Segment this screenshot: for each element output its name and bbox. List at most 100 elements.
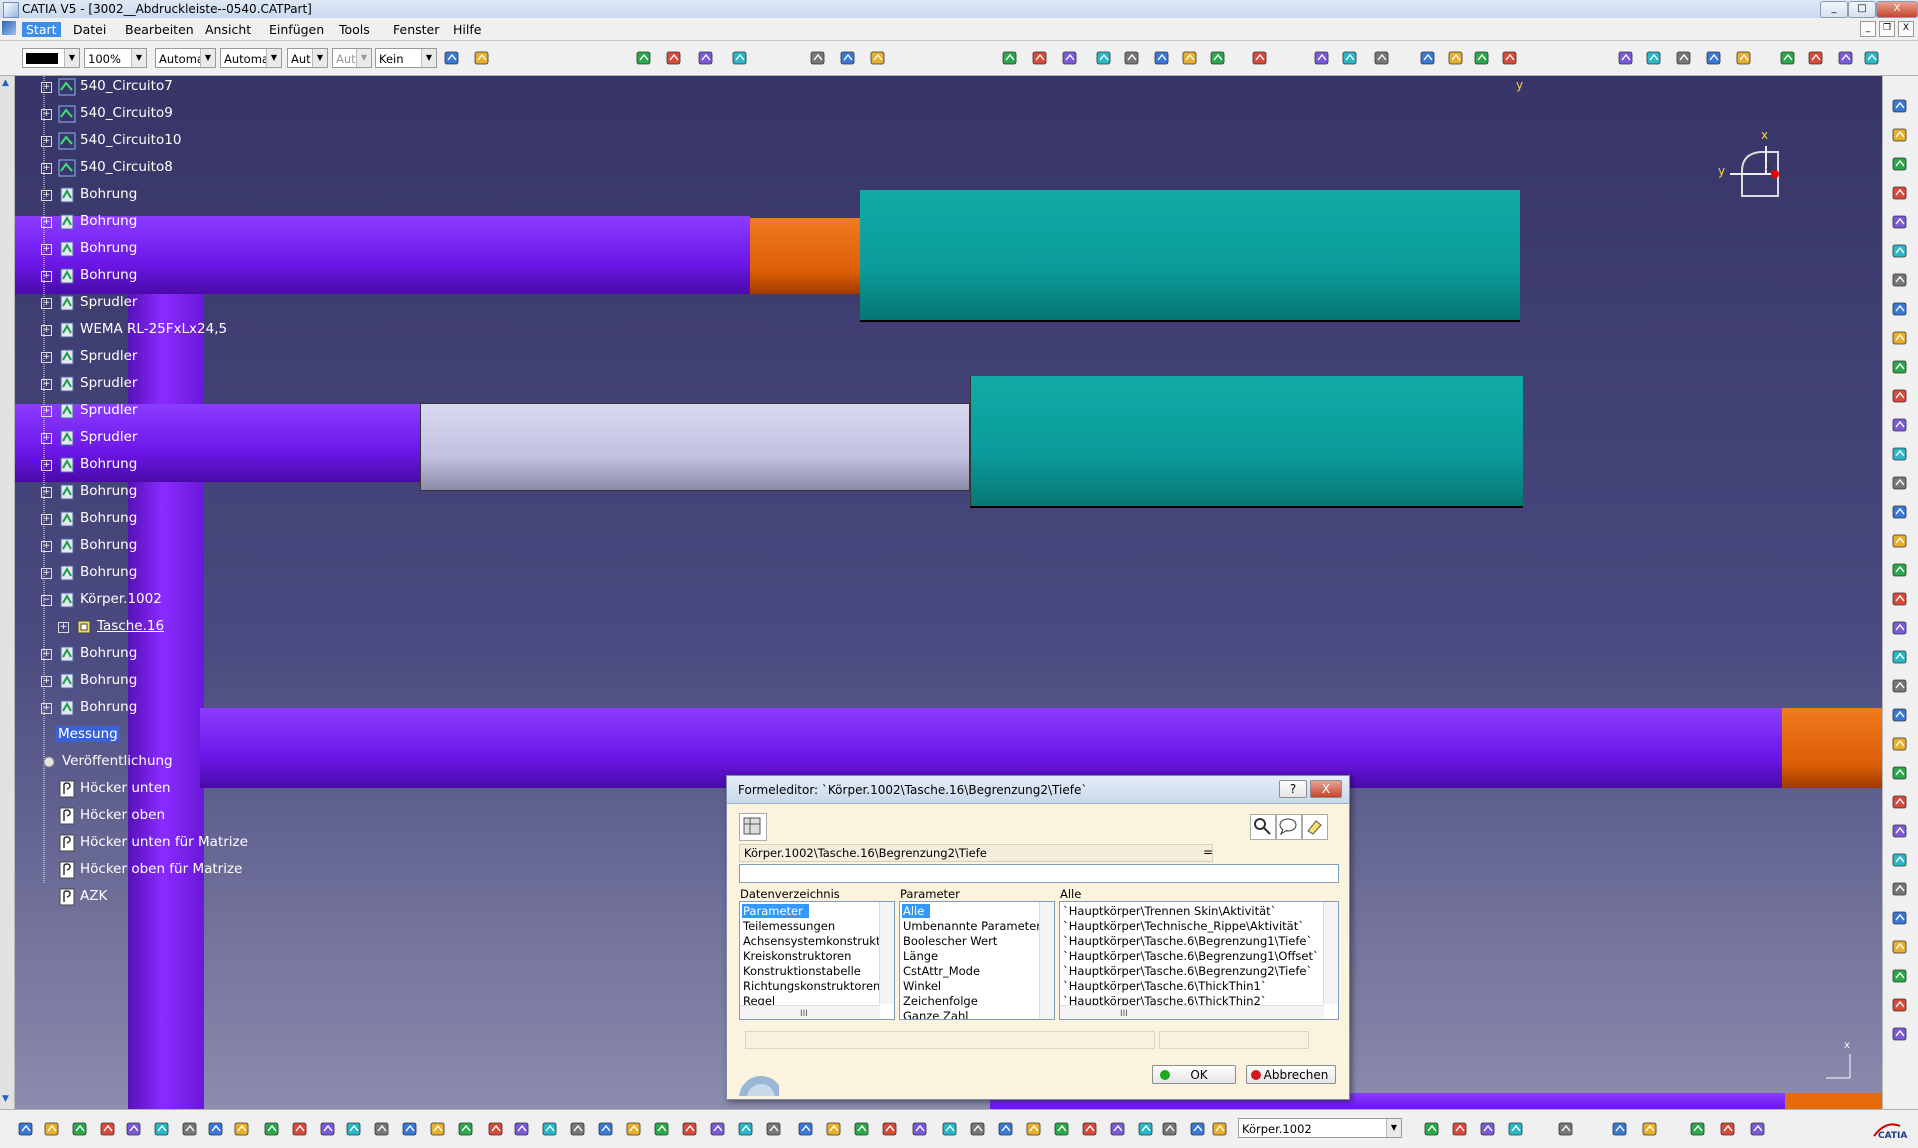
misc-tool-icon[interactable] [1160, 1119, 1180, 1139]
linetype-combo[interactable]: Automa ▼ [155, 48, 216, 68]
render-tool-icon[interactable] [1478, 1119, 1498, 1139]
window-close-button[interactable]: X [1876, 1, 1918, 18]
list-item[interactable]: Zeichenfolge [903, 994, 978, 1008]
snap-tool-icon[interactable] [880, 1119, 900, 1139]
snap-tool-icon[interactable] [1500, 48, 1520, 68]
snap-tool-icon[interactable] [1080, 1119, 1100, 1139]
axis-tool-icon[interactable] [1208, 48, 1228, 68]
cancel-button[interactable]: Abbrechen [1246, 1065, 1336, 1084]
view-tool-icon[interactable] [442, 48, 462, 68]
color-combo[interactable]: ▼ [22, 48, 80, 68]
list-item[interactable]: Teilemessungen [743, 919, 835, 933]
snap-tool-icon[interactable] [1890, 589, 1910, 609]
part-tool-icon[interactable] [824, 1119, 844, 1139]
dictionary-vscroll[interactable] [879, 902, 894, 1004]
chevron-down-icon[interactable]: ▼ [312, 49, 327, 67]
eraser-tool-button[interactable] [1302, 814, 1328, 840]
axis-tool-icon[interactable] [456, 1119, 476, 1139]
menu-datei[interactable]: Datei [73, 22, 106, 37]
list-item[interactable]: Kreiskonstruktoren [743, 949, 851, 963]
view-tool-icon[interactable] [996, 1119, 1016, 1139]
snap-tool-icon[interactable] [680, 1119, 700, 1139]
material-tool-icon[interactable] [344, 1119, 364, 1139]
misc-tool-icon[interactable] [1556, 1119, 1576, 1139]
axis-tool-icon[interactable] [70, 1119, 90, 1139]
misc-tool-icon[interactable] [1674, 48, 1694, 68]
menu-start[interactable]: Start [22, 22, 61, 37]
layer-combo[interactable]: Aut ▼ [287, 48, 328, 68]
material-tool-icon[interactable] [1890, 444, 1910, 464]
render-tool-icon[interactable] [512, 1119, 532, 1139]
snap-tool-icon[interactable] [290, 1119, 310, 1139]
render-tool-icon[interactable] [1616, 48, 1636, 68]
misc-tool-icon[interactable] [968, 1119, 988, 1139]
render-tool-icon[interactable] [696, 48, 716, 68]
expand-icon[interactable]: + [41, 190, 52, 201]
expand-icon[interactable]: + [41, 298, 52, 309]
axis-tool-icon[interactable] [1472, 48, 1492, 68]
list-item[interactable]: `Hauptkörper\Technische_Rippe\Aktivität` [1063, 919, 1304, 933]
body-combo[interactable]: Körper.1002 ▼ [1238, 1118, 1402, 1138]
part-tool-icon[interactable] [1180, 48, 1200, 68]
snap-tool-icon[interactable] [1718, 1119, 1738, 1139]
expand-icon[interactable]: + [41, 514, 52, 525]
view-tool-icon[interactable] [1704, 48, 1724, 68]
expand-icon[interactable]: + [41, 109, 52, 120]
misc-tool-icon[interactable] [1122, 48, 1142, 68]
view-tool-icon[interactable] [1610, 1119, 1630, 1139]
axis-tool-icon[interactable] [1890, 154, 1910, 174]
view-tool-icon[interactable] [206, 1119, 226, 1139]
list-item[interactable]: Länge [903, 949, 938, 963]
list-item[interactable]: Winkel [903, 979, 941, 993]
expand-icon[interactable]: + [41, 352, 52, 363]
misc-tool-icon[interactable] [764, 1119, 784, 1139]
chevron-down-icon[interactable]: ▼ [421, 49, 436, 67]
menu-ansicht[interactable]: Ansicht [205, 22, 251, 37]
render-tool-icon[interactable] [708, 1119, 728, 1139]
axis-tool-icon[interactable] [1000, 48, 1020, 68]
snap-tool-icon[interactable] [1890, 183, 1910, 203]
document-icon[interactable] [2, 21, 16, 35]
view-tool-icon[interactable] [16, 1119, 36, 1139]
axis-tool-icon[interactable] [1422, 1119, 1442, 1139]
material-tool-icon[interactable] [940, 1119, 960, 1139]
view-tool-icon[interactable] [1890, 705, 1910, 725]
misc-tool-icon[interactable] [372, 1119, 392, 1139]
menu-hilfe[interactable]: Hilfe [453, 22, 481, 37]
axis-tool-icon[interactable] [1688, 1119, 1708, 1139]
window-maximize-button[interactable]: □ [1848, 1, 1876, 18]
axis-tool-icon[interactable] [1890, 966, 1910, 986]
snap-tool-icon[interactable] [664, 48, 684, 68]
misc-tool-icon[interactable] [808, 48, 828, 68]
expand-icon[interactable]: + [41, 163, 52, 174]
dictionary-tool-button[interactable] [739, 813, 767, 841]
view-tool-icon[interactable] [1890, 908, 1910, 928]
snap-tool-icon[interactable] [1890, 792, 1910, 812]
ok-button[interactable]: OK [1152, 1065, 1236, 1084]
render-tool-icon[interactable] [1060, 48, 1080, 68]
axis-tool-icon[interactable] [262, 1119, 282, 1139]
axis-tool-icon[interactable] [852, 1119, 872, 1139]
view-tool-icon[interactable] [1890, 502, 1910, 522]
list-item[interactable]: Richtungskonstruktoren [743, 979, 880, 993]
view-tool-icon[interactable] [1890, 299, 1910, 319]
window-minimize-button[interactable]: _ [1820, 1, 1848, 18]
snap-tool-icon[interactable] [486, 1119, 506, 1139]
axis-tool-icon[interactable] [1052, 1119, 1072, 1139]
chevron-down-icon[interactable]: ▼ [200, 49, 215, 67]
expand-icon[interactable]: + [41, 136, 52, 147]
dialog-close-button[interactable]: X [1310, 780, 1342, 798]
expand-icon[interactable]: + [41, 541, 52, 552]
part-tool-icon[interactable] [232, 1119, 252, 1139]
expand-icon[interactable]: + [41, 379, 52, 390]
list-item[interactable]: Ganze Zahl [903, 1009, 968, 1019]
parameter-vscroll[interactable] [1039, 902, 1054, 1019]
material-tool-icon[interactable] [1136, 1119, 1156, 1139]
lineweight-combo[interactable]: Automa ▼ [220, 48, 282, 68]
render-tool-icon[interactable] [1108, 1119, 1128, 1139]
scroll-grip[interactable]: III [1120, 1009, 1128, 1019]
render-tool-icon[interactable] [1890, 212, 1910, 232]
mdi-close-button[interactable]: X [1898, 21, 1914, 37]
view-tool-icon[interactable] [400, 1119, 420, 1139]
part-tool-icon[interactable] [1890, 531, 1910, 551]
